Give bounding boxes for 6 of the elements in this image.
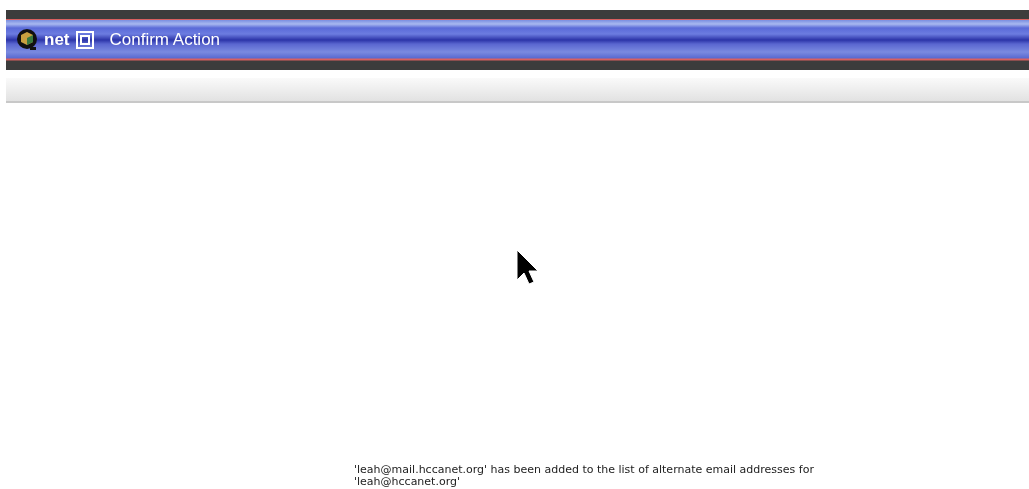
- confirmation-message: 'leah@mail.hccanet.org' has been added to the list of alternate email addresses for 'leah@hccanet.org': [354, 464, 815, 488]
- window-title: Confirm Action: [109, 30, 221, 50]
- mouse-cursor-icon: [516, 249, 538, 285]
- logo-text: net: [44, 30, 70, 50]
- boxed-logo-icon: [75, 31, 94, 49]
- cube-logo-icon: [16, 28, 38, 52]
